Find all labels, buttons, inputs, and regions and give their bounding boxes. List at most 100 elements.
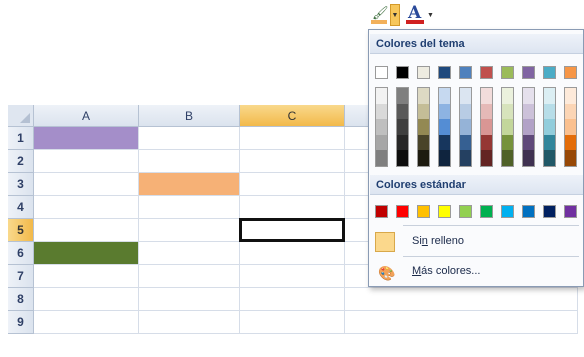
no-fill-option[interactable]: Sin relleno (370, 228, 583, 255)
cell-a8[interactable] (34, 288, 139, 311)
theme-color-swatch[interactable] (438, 66, 451, 79)
column-header-c[interactable]: C (240, 105, 345, 127)
standard-color-swatch[interactable] (543, 205, 556, 218)
cell-next8[interactable] (345, 288, 578, 311)
row-header-8[interactable]: 8 (8, 288, 34, 311)
theme-shade-swatch[interactable] (565, 119, 576, 135)
cell-b9[interactable] (139, 311, 240, 334)
theme-shade-swatch[interactable] (502, 103, 513, 120)
column-header-b[interactable]: B (139, 105, 240, 127)
theme-color-swatch[interactable] (501, 66, 514, 79)
cell-b2[interactable] (139, 150, 240, 173)
theme-shade-swatch[interactable] (418, 103, 429, 120)
theme-shade-swatch[interactable] (502, 88, 513, 104)
theme-shade-swatch[interactable] (523, 134, 534, 151)
cell-b4[interactable] (139, 196, 240, 219)
cell-a3[interactable] (34, 173, 139, 196)
theme-shade-swatch[interactable] (439, 119, 450, 135)
standard-color-swatch[interactable] (501, 205, 514, 218)
cell-b1[interactable] (139, 127, 240, 150)
theme-shade-swatch[interactable] (439, 150, 450, 166)
standard-color-swatch[interactable] (522, 205, 535, 218)
theme-shade-swatch[interactable] (502, 134, 513, 151)
theme-color-swatch[interactable] (375, 66, 388, 79)
fill-color-dropdown-arrow[interactable]: ▼ (390, 4, 400, 26)
row-header-1[interactable]: 1 (8, 127, 34, 150)
theme-shade-swatch[interactable] (376, 150, 387, 166)
cell-c3[interactable] (240, 173, 345, 196)
row-header-7[interactable]: 7 (8, 265, 34, 288)
cell-c1[interactable] (240, 127, 345, 150)
theme-shade-swatch[interactable] (418, 88, 429, 104)
theme-shade-swatch[interactable] (418, 150, 429, 166)
theme-shade-swatch[interactable] (397, 134, 408, 151)
theme-shade-swatch[interactable] (439, 88, 450, 104)
standard-color-swatch[interactable] (438, 205, 451, 218)
standard-color-swatch[interactable] (459, 205, 472, 218)
theme-shade-swatch[interactable] (376, 134, 387, 151)
theme-color-swatch[interactable] (417, 66, 430, 79)
theme-shade-swatch[interactable] (544, 119, 555, 135)
standard-color-swatch[interactable] (396, 205, 409, 218)
row-header-9[interactable]: 9 (8, 311, 34, 334)
theme-shade-swatch[interactable] (418, 134, 429, 151)
theme-shade-swatch[interactable] (397, 103, 408, 120)
theme-color-swatch[interactable] (543, 66, 556, 79)
theme-color-swatch[interactable] (480, 66, 493, 79)
standard-color-swatch[interactable] (417, 205, 430, 218)
theme-shade-swatch[interactable] (544, 88, 555, 104)
cell-b3[interactable] (139, 173, 240, 196)
theme-shade-swatch[interactable] (481, 103, 492, 120)
standard-color-swatch[interactable] (564, 205, 577, 218)
theme-shade-swatch[interactable] (376, 103, 387, 120)
theme-color-swatch[interactable] (522, 66, 535, 79)
theme-shade-swatch[interactable] (460, 150, 471, 166)
row-header-5[interactable]: 5 (8, 219, 34, 242)
cell-a5[interactable] (34, 219, 139, 242)
cell-b5[interactable] (139, 219, 240, 242)
theme-shade-swatch[interactable] (502, 150, 513, 166)
theme-shade-swatch[interactable] (481, 134, 492, 151)
theme-shade-swatch[interactable] (481, 119, 492, 135)
cell-c2[interactable] (240, 150, 345, 173)
cell-next9[interactable] (345, 311, 578, 334)
theme-color-swatch[interactable] (459, 66, 472, 79)
theme-shade-swatch[interactable] (460, 119, 471, 135)
theme-shade-swatch[interactable] (397, 150, 408, 166)
font-color-button[interactable]: A (404, 3, 426, 26)
cell-a1[interactable] (34, 127, 139, 150)
cell-b6[interactable] (139, 242, 240, 265)
row-header-2[interactable]: 2 (8, 150, 34, 173)
theme-shade-swatch[interactable] (460, 134, 471, 151)
theme-shade-swatch[interactable] (481, 88, 492, 104)
theme-shade-swatch[interactable] (523, 119, 534, 135)
cell-a4[interactable] (34, 196, 139, 219)
theme-shade-swatch[interactable] (376, 88, 387, 104)
theme-color-swatch[interactable] (564, 66, 577, 79)
cell-c8[interactable] (240, 288, 345, 311)
theme-shade-swatch[interactable] (481, 150, 492, 166)
cell-a7[interactable] (34, 265, 139, 288)
theme-shade-swatch[interactable] (397, 119, 408, 135)
theme-shade-swatch[interactable] (544, 150, 555, 166)
theme-shade-swatch[interactable] (565, 88, 576, 104)
cell-a6[interactable] (34, 242, 139, 265)
standard-color-swatch[interactable] (480, 205, 493, 218)
select-all-button[interactable] (8, 105, 34, 127)
theme-shade-swatch[interactable] (565, 134, 576, 151)
cell-a9[interactable] (34, 311, 139, 334)
theme-shade-swatch[interactable] (523, 88, 534, 104)
theme-shade-swatch[interactable] (439, 103, 450, 120)
row-header-6[interactable]: 6 (8, 242, 34, 265)
theme-shade-swatch[interactable] (565, 150, 576, 166)
font-color-dropdown-arrow[interactable]: ▼ (427, 4, 437, 26)
theme-shade-swatch[interactable] (460, 88, 471, 104)
theme-shade-swatch[interactable] (565, 103, 576, 120)
theme-shade-swatch[interactable] (397, 88, 408, 104)
row-header-3[interactable]: 3 (8, 173, 34, 196)
row-header-4[interactable]: 4 (8, 196, 34, 219)
theme-shade-swatch[interactable] (523, 103, 534, 120)
column-header-a[interactable]: A (34, 105, 139, 127)
cell-c6[interactable] (240, 242, 345, 265)
cell-b7[interactable] (139, 265, 240, 288)
